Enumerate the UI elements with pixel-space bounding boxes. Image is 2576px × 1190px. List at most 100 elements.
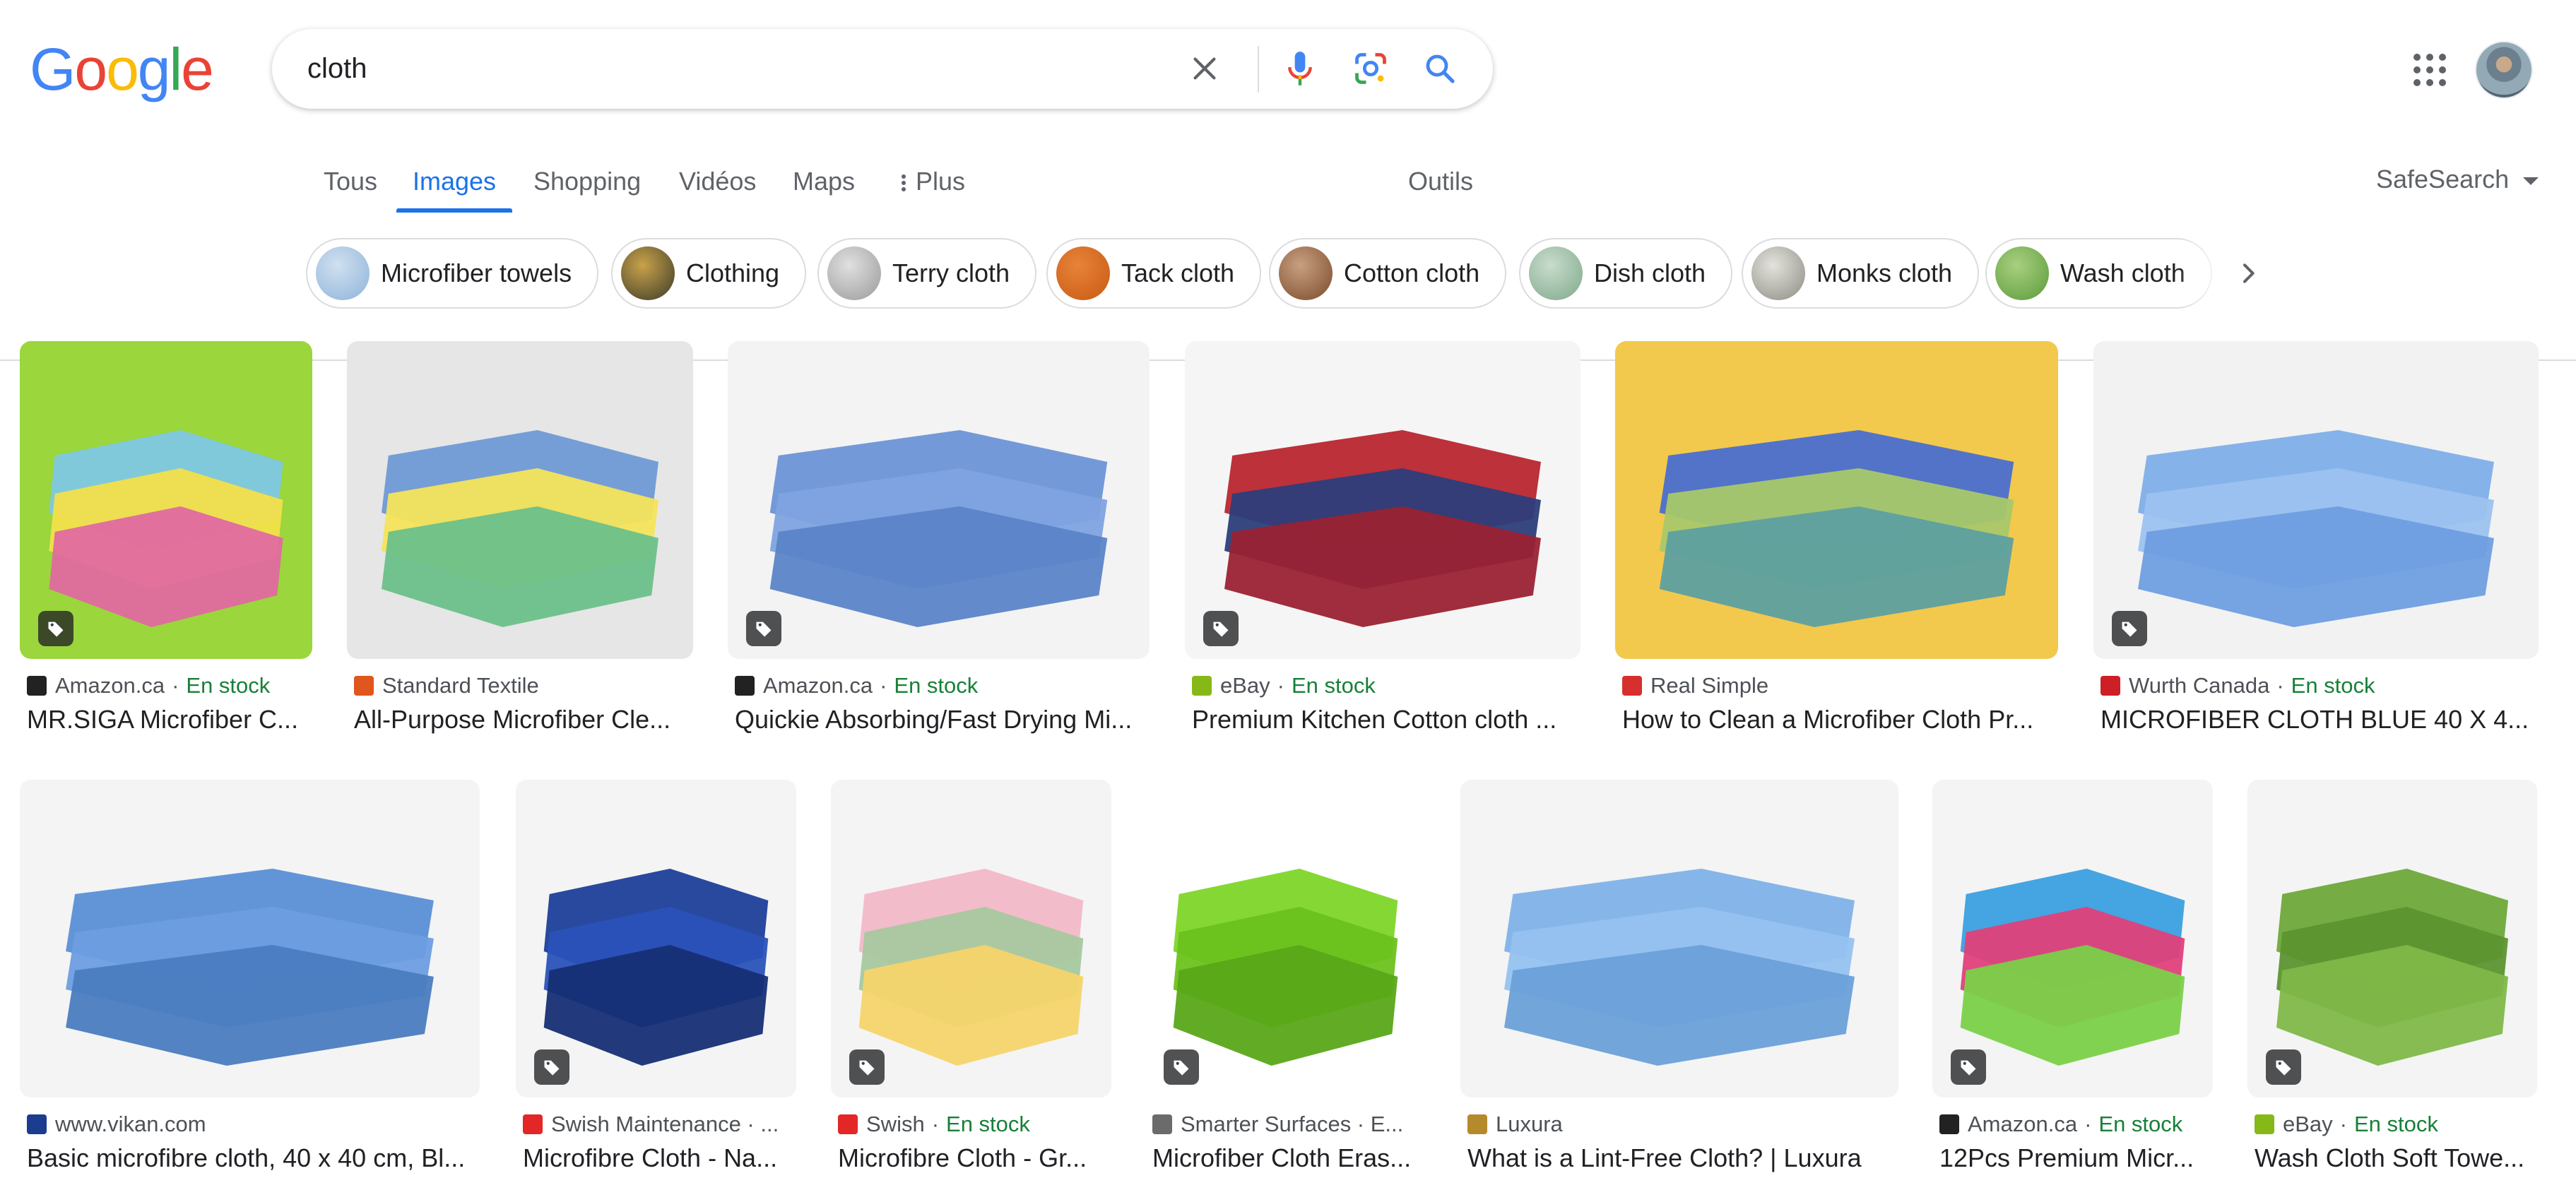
chip-label: Wash cloth (2060, 258, 2185, 287)
result-image[interactable] (347, 341, 693, 659)
result-title[interactable]: Wash Cloth Soft Towe... (2255, 1143, 2541, 1173)
price-tag-icon (859, 1060, 875, 1076)
clear-search-button[interactable] (1185, 49, 1224, 88)
chip-terry-cloth[interactable]: Terry cloth (817, 238, 1037, 309)
result-source: Swish · En stock (838, 1112, 1030, 1137)
price-tag-icon (756, 621, 772, 637)
result-source: Amazon.ca · En stock (735, 673, 978, 698)
chip-label: Tack cloth (1121, 258, 1235, 287)
chips-next-button[interactable] (2226, 251, 2271, 296)
tools-button[interactable]: Outils (1408, 167, 1473, 196)
result-title[interactable]: Quickie Absorbing/Fast Drying Mi... (735, 705, 1152, 734)
chip-label: Microfiber towels (381, 258, 572, 287)
result-title[interactable]: MR.SIGA Microfiber C... (27, 705, 317, 734)
tab-plus[interactable]: Plus (902, 167, 965, 196)
price-tag-icon (1213, 621, 1229, 637)
shopping-tag-icon (746, 611, 781, 646)
avatar[interactable] (2475, 41, 2533, 99)
chip-label: Terry cloth (892, 258, 1010, 287)
tab-tous[interactable]: Tous (324, 167, 377, 196)
close-icon (1193, 57, 1216, 80)
search-tabs: Tous Images Shopping Vidéos Maps Plus Ou… (0, 141, 2576, 361)
price-tag-icon (48, 621, 64, 637)
result-title[interactable]: Microfiber Cloth Eras... (1152, 1143, 1428, 1173)
chip-thumbnail (1056, 246, 1110, 300)
cloth-photo (1185, 341, 1581, 659)
result-image[interactable] (1615, 341, 2058, 659)
cloth-photo (2093, 341, 2539, 659)
tab-images[interactable]: Images (413, 167, 496, 196)
result-source: Smarter Surfaces · E... (1152, 1112, 1428, 1137)
caret-down-icon (2523, 177, 2539, 185)
tab-videos[interactable]: Vidéos (679, 167, 756, 196)
tab-shopping[interactable]: Shopping (533, 167, 641, 196)
search-input[interactable]: cloth (307, 53, 367, 85)
voice-search-button[interactable] (1279, 47, 1321, 90)
shopping-tag-icon (534, 1049, 569, 1085)
chip-label: Dish cloth (1594, 258, 1706, 287)
result-image[interactable] (1185, 341, 1581, 659)
result-source: Wurth Canada · En stock (2101, 673, 2375, 698)
shopping-tag-icon (2112, 611, 2147, 646)
shopping-tag-icon (1951, 1049, 1986, 1085)
microphone-icon (1288, 52, 1312, 85)
favicon-icon (1622, 676, 1642, 696)
search-divider (1258, 46, 1259, 93)
search-submit-button[interactable] (1419, 47, 1461, 90)
price-tag-icon (2122, 621, 2137, 637)
chip-thumbnail (621, 246, 675, 300)
result-image[interactable] (2093, 341, 2539, 659)
result-image[interactable] (728, 341, 1150, 659)
safesearch-dropdown[interactable]: SafeSearch (2376, 165, 2539, 194)
result-source: Swish Maintenance · ... (523, 1112, 798, 1137)
result-source: Amazon.ca · En stock (27, 673, 270, 698)
result-title[interactable]: Microfibre Cloth - Na... (523, 1143, 798, 1173)
cloth-photo (1615, 341, 2058, 659)
result-title[interactable]: How to Clean a Microfiber Cloth Pr... (1622, 705, 2060, 734)
favicon-icon (2101, 676, 2120, 696)
chip-label: Monks cloth (1816, 258, 1953, 287)
search-box[interactable]: cloth (272, 29, 1493, 109)
favicon-icon (1467, 1114, 1487, 1134)
tab-maps[interactable]: Maps (793, 167, 855, 196)
chip-monks-cloth[interactable]: Monks cloth (1742, 238, 1980, 309)
favicon-icon (27, 676, 47, 696)
chip-dish-cloth[interactable]: Dish cloth (1519, 238, 1733, 309)
shopping-tag-icon (1164, 1049, 1199, 1085)
cloth-photo (1460, 780, 1898, 1097)
chevron-right-icon (2243, 263, 2255, 283)
favicon-icon (354, 676, 374, 696)
result-title[interactable]: MICROFIBER CLOTH BLUE 40 X 4... (2101, 705, 2539, 734)
apps-grid-icon[interactable] (2409, 49, 2449, 89)
price-tag-icon (544, 1060, 560, 1076)
price-tag-icon (1961, 1060, 1976, 1076)
result-image[interactable] (1460, 780, 1898, 1097)
result-title[interactable]: Basic microfibre cloth, 40 x 40 cm, Bl..… (27, 1143, 483, 1173)
header: Google cloth (0, 0, 2576, 141)
safesearch-label: SafeSearch (2376, 165, 2510, 194)
google-logo[interactable]: Google (30, 40, 214, 99)
chip-cotton-cloth[interactable]: Cotton cloth (1269, 238, 1507, 309)
favicon-icon (1152, 1114, 1172, 1134)
result-source: Amazon.ca · En stock (1939, 1112, 2182, 1137)
chip-clothing[interactable]: Clothing (611, 238, 807, 309)
result-title[interactable]: 12Pcs Premium Micr... (1939, 1143, 2215, 1173)
result-title[interactable]: All-Purpose Microfiber Cle... (354, 705, 700, 734)
shopping-tag-icon (849, 1049, 885, 1085)
result-source: eBay · En stock (1192, 673, 1376, 698)
favicon-icon (2255, 1114, 2274, 1134)
chip-label: Clothing (686, 258, 780, 287)
favicon-icon (838, 1114, 858, 1134)
image-search-button[interactable] (1349, 47, 1392, 90)
result-source: Luxura (1467, 1112, 1563, 1137)
result-title[interactable]: Premium Kitchen Cotton cloth ... (1192, 705, 1581, 734)
result-image[interactable] (20, 780, 480, 1097)
shopping-tag-icon (2266, 1049, 2301, 1085)
result-title[interactable]: Microfibre Cloth - Gr... (838, 1143, 1113, 1173)
chip-microfiber-towels[interactable]: Microfiber towels (306, 238, 599, 309)
chip-tack-cloth[interactable]: Tack cloth (1046, 238, 1262, 309)
chip-label: Cotton cloth (1344, 258, 1480, 287)
active-tab-indicator (396, 208, 512, 213)
result-title[interactable]: What is a Lint-Free Cloth? | Luxura (1467, 1143, 1902, 1173)
related-chips: Microfiber towels Clothing Terry cloth T… (0, 238, 2576, 311)
